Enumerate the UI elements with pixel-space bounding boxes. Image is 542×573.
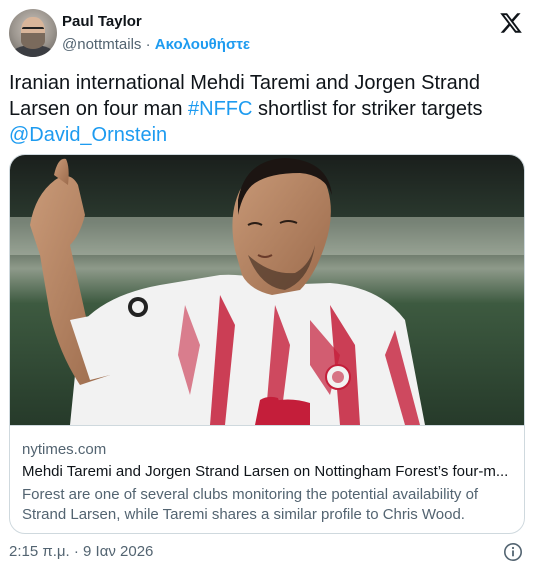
author-handle[interactable]: @nottmtails xyxy=(62,36,141,53)
author-handle-row: @nottmtails · Ακολουθήστε xyxy=(62,36,250,53)
author-name[interactable]: Paul Taylor xyxy=(62,13,142,30)
tweet: Paul Taylor @nottmtails · Ακολουθήστε Ir… xyxy=(0,0,542,573)
card-image[interactable] xyxy=(10,155,525,425)
x-logo-icon[interactable] xyxy=(498,11,524,35)
card-meta[interactable]: nytimes.com Mehdi Taremi and Jorgen Stra… xyxy=(10,425,524,533)
mention-link[interactable]: @David_Ornstein xyxy=(9,122,524,148)
hashtag-link[interactable]: #NFFC xyxy=(188,98,252,120)
tweet-text-line-1: Iranian international Mehdi Taremi and J… xyxy=(9,72,481,94)
card-title[interactable]: Mehdi Taremi and Jorgen Strand Larsen on… xyxy=(22,463,514,480)
follow-button[interactable]: Ακολουθήστε xyxy=(155,36,250,53)
tweet-text-segment: shortlist for striker targets xyxy=(252,98,483,120)
author-avatar[interactable] xyxy=(9,9,57,57)
tweet-text-segment: Larsen on four man xyxy=(9,98,188,120)
tweet-text: Iranian international Mehdi Taremi and J… xyxy=(9,70,524,148)
tweet-text-line-2: Larsen on four man #NFFC shortlist for s… xyxy=(9,96,524,122)
card-description: Forest are one of several clubs monitori… xyxy=(22,486,479,523)
link-preview-card[interactable]: nytimes.com Mehdi Taremi and Jorgen Stra… xyxy=(9,154,525,534)
tweet-timestamp[interactable]: 2:15 π.μ. · 9 Ιαν 2026 xyxy=(9,543,153,560)
card-domain: nytimes.com xyxy=(22,441,107,458)
separator-dot: · xyxy=(145,36,151,53)
info-icon[interactable] xyxy=(503,542,523,562)
